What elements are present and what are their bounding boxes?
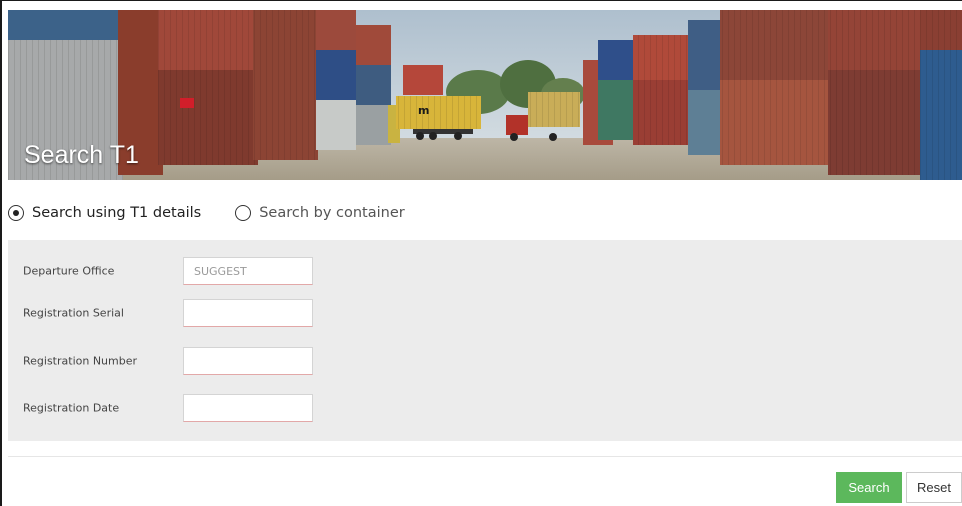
page-title: Search T1 [24,141,139,169]
registration-serial-input[interactable] [183,299,313,327]
search-form-panel: Departure Office Registration Serial Reg… [8,240,962,441]
radio-search-by-container[interactable]: Search by container [235,205,405,221]
banner-container-yard-image: m [8,10,962,180]
window-frame-left [0,0,2,506]
form-row-registration-serial: Registration Serial [8,299,962,327]
form-row-registration-number: Registration Number [8,347,962,375]
radio-unselected-icon[interactable] [235,205,252,221]
radio-search-t1-details[interactable]: Search using T1 details [8,205,201,221]
registration-number-label: Registration Number [23,354,138,368]
search-mode-group: Search using T1 details Search by contai… [8,200,405,226]
divider [8,456,962,457]
header-banner: m Search T1 [8,10,962,180]
search-button[interactable]: Search [836,472,902,503]
window-frame-top [0,0,962,1]
svg-text:m: m [418,104,429,117]
registration-date-input[interactable] [183,394,313,422]
registration-serial-label: Registration Serial [23,306,124,320]
form-row-departure-office: Departure Office [8,257,962,285]
radio-label: Search using T1 details [32,205,202,221]
form-row-registration-date: Registration Date [8,394,962,422]
radio-label: Search by container [259,205,405,221]
radio-selected-icon[interactable] [8,205,24,221]
departure-office-input[interactable] [183,257,313,285]
registration-date-label: Registration Date [23,401,120,415]
registration-number-input[interactable] [183,347,313,375]
departure-office-label: Departure Office [23,264,115,278]
reset-button[interactable]: Reset [906,472,962,503]
